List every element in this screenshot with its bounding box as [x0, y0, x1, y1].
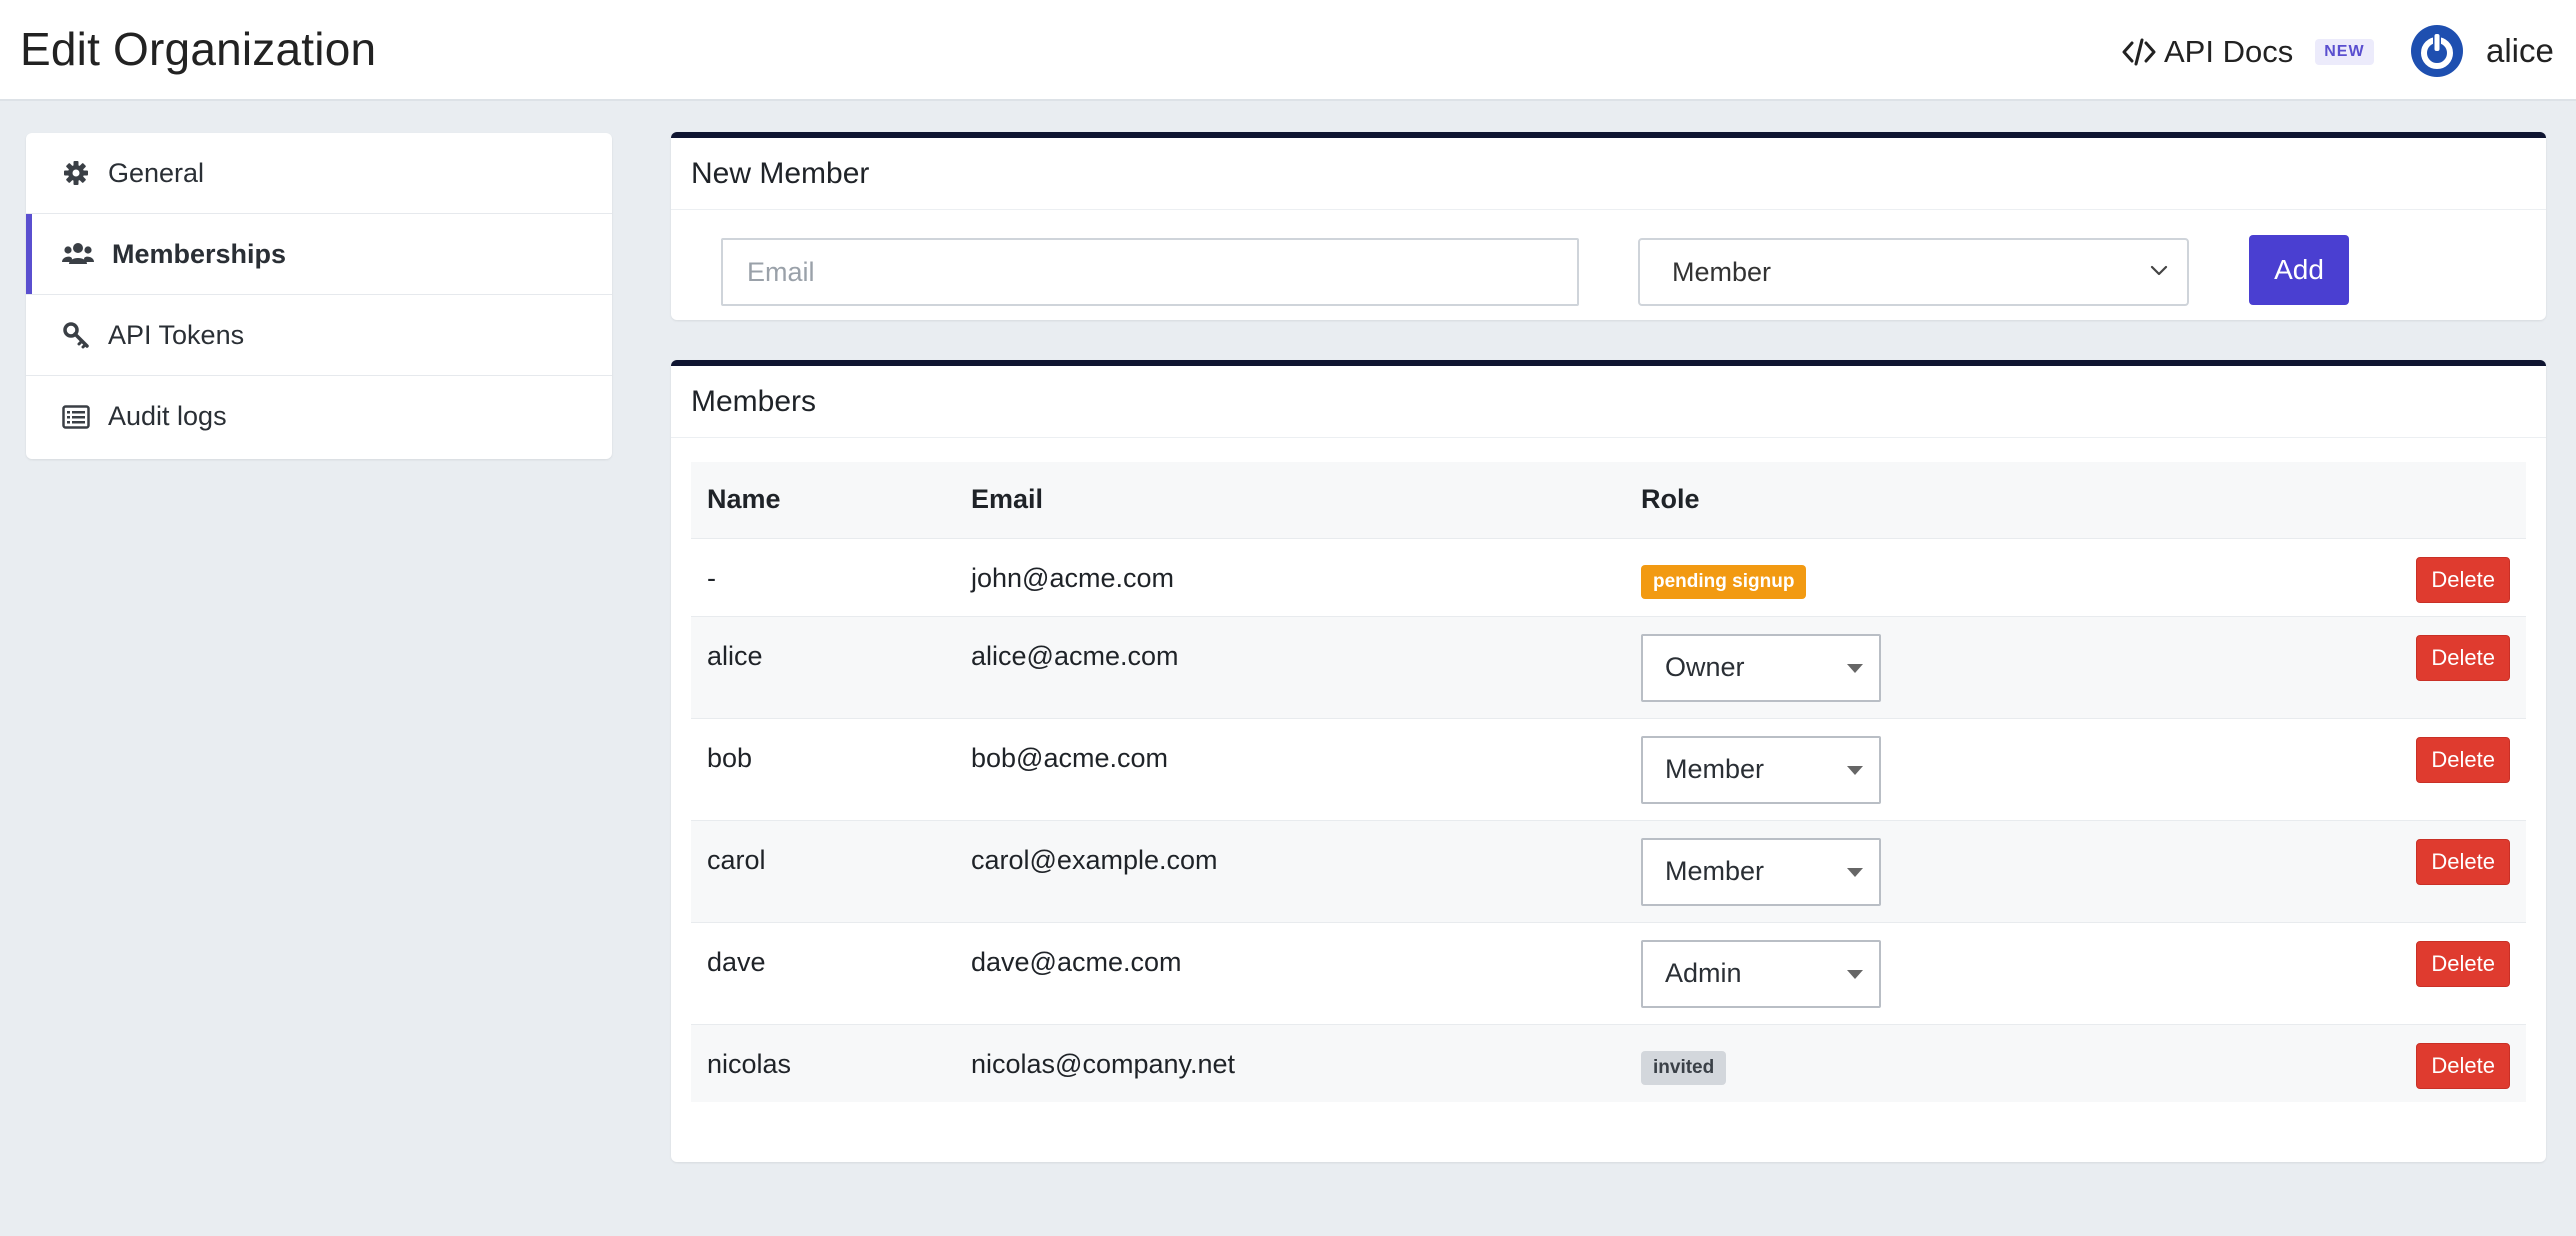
member-email: john@acme.com: [971, 562, 1174, 593]
top-bar: Edit Organization API Docs NEW alice: [0, 0, 2576, 101]
member-name: alice: [707, 640, 763, 671]
member-email: bob@acme.com: [971, 742, 1168, 773]
caret-down-icon: [1847, 969, 1863, 979]
role-select-value: Member: [1665, 754, 1765, 784]
member-name: -: [707, 562, 716, 593]
member-role-cell: Owner: [1625, 616, 2272, 718]
sidebar-item-memberships[interactable]: Memberships: [26, 214, 612, 295]
status-badge: pending signup: [1641, 564, 1807, 599]
users-icon: [62, 243, 94, 264]
member-role-cell: pending signup: [1625, 538, 2272, 616]
member-name: carol: [707, 844, 766, 875]
sidebar-item-label: General: [108, 157, 205, 188]
sidebar-item-label: Memberships: [112, 238, 287, 269]
member-role-select[interactable]: Admin: [1641, 939, 1881, 1008]
table-header-row: Name Email Role: [691, 462, 2526, 538]
api-docs-link[interactable]: API Docs NEW: [2122, 30, 2374, 74]
user-menu[interactable]: alice: [2410, 24, 2554, 78]
member-email: carol@example.com: [971, 844, 1218, 875]
table-row: - john@acme.com pending signup Delete: [691, 538, 2526, 616]
add-member-button[interactable]: Add: [2249, 235, 2349, 305]
settings-sidebar: General Memberships API Tokens Audit log…: [26, 133, 612, 459]
member-actions: Delete: [2272, 820, 2526, 922]
caret-down-icon: [1847, 663, 1863, 673]
delete-button[interactable]: Delete: [2416, 838, 2510, 885]
members-table: Name Email Role - john@acme.com pending …: [691, 462, 2526, 1102]
member-role-cell: Member: [1625, 718, 2272, 820]
status-badge: invited: [1641, 1050, 1727, 1085]
member-actions: Delete: [2272, 718, 2526, 820]
table-row: nicolas nicolas@company.net invited Dele…: [691, 1024, 2526, 1102]
api-docs-label: API Docs: [2164, 34, 2294, 69]
page-title: Edit Organization: [20, 23, 377, 75]
members-card: Members Name Email Role - john@acme.com …: [671, 360, 2546, 1162]
member-actions: Delete: [2272, 922, 2526, 1024]
list-icon: [62, 404, 90, 429]
avatar: [2411, 25, 2463, 77]
table-row: alice alice@acme.com Owner Delete: [691, 616, 2526, 718]
members-title: Members: [671, 366, 2546, 438]
member-email: alice@acme.com: [971, 640, 1179, 671]
member-role-cell: invited: [1625, 1024, 2272, 1102]
member-actions: Delete: [2272, 1024, 2526, 1102]
member-actions: Delete: [2272, 616, 2526, 718]
new-member-title: New Member: [671, 138, 2546, 210]
column-header-actions: [2272, 462, 2526, 538]
sidebar-item-label: API Tokens: [108, 319, 245, 350]
key-icon: [63, 322, 89, 349]
member-email: nicolas@company.net: [971, 1048, 1236, 1079]
role-select-value: Member: [1672, 256, 1772, 287]
member-role-cell: Admin: [1625, 922, 2272, 1024]
gear-icon: [64, 161, 88, 185]
sidebar-item-general[interactable]: General: [26, 133, 612, 214]
table-row: dave dave@acme.com Admin Delete: [691, 922, 2526, 1024]
delete-button[interactable]: Delete: [2416, 634, 2510, 681]
new-member-card: New Member Member Add: [671, 132, 2546, 320]
table-row: bob bob@acme.com Member Delete: [691, 718, 2526, 820]
sidebar-item-api-tokens[interactable]: API Tokens: [26, 295, 612, 376]
email-input[interactable]: [721, 238, 1579, 306]
sidebar-item-audit-logs[interactable]: Audit logs: [26, 376, 612, 457]
caret-down-icon: [1847, 765, 1863, 775]
sidebar-item-label: Audit logs: [108, 401, 227, 431]
new-badge: NEW: [2315, 39, 2374, 65]
caret-down-icon: [1847, 867, 1863, 877]
delete-button[interactable]: Delete: [2416, 940, 2510, 987]
role-select-value: Member: [1665, 856, 1765, 886]
member-name: nicolas: [707, 1048, 792, 1079]
column-header-role: Role: [1641, 484, 1700, 515]
member-role-select[interactable]: Member: [1641, 837, 1881, 906]
new-member-role-select[interactable]: Member: [1638, 238, 2189, 306]
delete-button[interactable]: Delete: [2416, 736, 2510, 783]
member-actions: Delete: [2272, 538, 2526, 616]
user-name: alice: [2486, 32, 2554, 69]
member-name: dave: [707, 946, 766, 977]
delete-button[interactable]: Delete: [2416, 1042, 2510, 1089]
member-role-cell: Member: [1625, 820, 2272, 922]
member-email: dave@acme.com: [971, 946, 1182, 977]
delete-button[interactable]: Delete: [2416, 556, 2510, 603]
column-header-email: Email: [971, 484, 1044, 515]
role-select-value: Admin: [1665, 958, 1742, 988]
chevron-down-icon: [2150, 265, 2168, 276]
table-row: carol carol@example.com Member Delete: [691, 820, 2526, 922]
member-name: bob: [707, 742, 753, 773]
member-role-select[interactable]: Owner: [1641, 633, 1881, 702]
column-header-name: Name: [707, 484, 781, 515]
role-select-value: Owner: [1665, 652, 1745, 682]
member-role-select[interactable]: Member: [1641, 735, 1881, 804]
code-icon: [2122, 38, 2156, 66]
